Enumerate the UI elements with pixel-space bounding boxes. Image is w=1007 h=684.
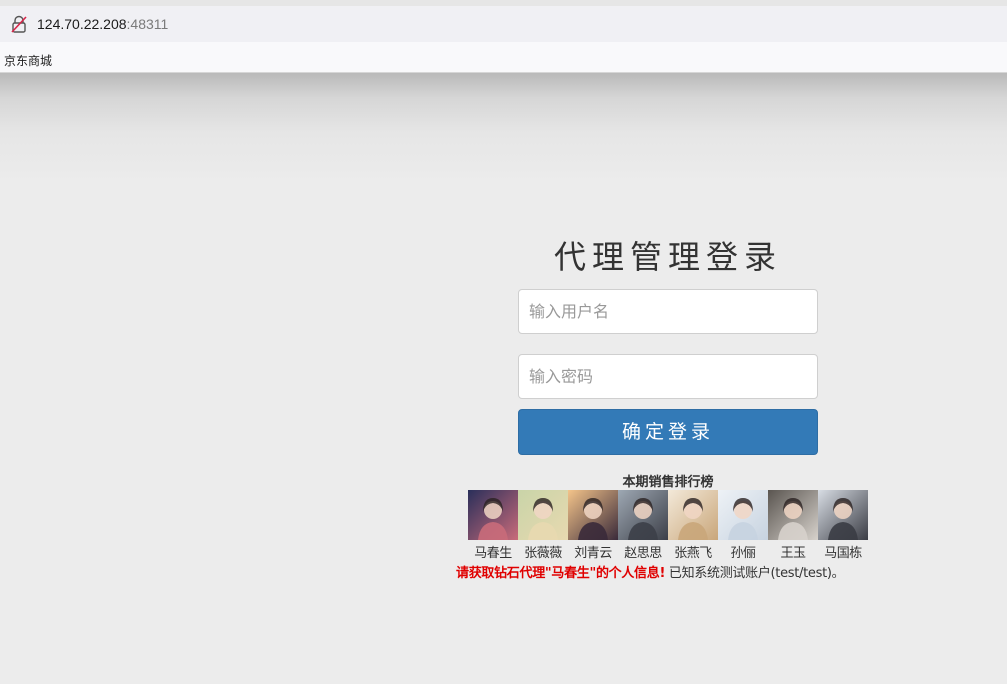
ranking-person[interactable]: 孙俪 <box>718 490 768 561</box>
ranking-person[interactable]: 刘青云 <box>568 490 618 561</box>
bookmark-jd[interactable]: 京东商城 <box>4 52 52 69</box>
password-input[interactable] <box>518 354 818 399</box>
ranking-person[interactable]: 张薇薇 <box>518 490 568 561</box>
ranking-person-name: 刘青云 <box>574 546 612 561</box>
page-body <box>0 73 1007 684</box>
login-title: 代理管理登录 <box>553 238 782 276</box>
notice-known: 已知系统测试账户(test/test)。 <box>668 566 845 581</box>
username-input[interactable] <box>518 289 818 334</box>
ranking-person[interactable]: 马春生 <box>468 490 518 561</box>
avatar-photo[interactable] <box>668 490 718 540</box>
ranking-person[interactable]: 赵思思 <box>618 490 668 561</box>
ranking-person-name: 马春生 <box>474 546 512 561</box>
notice-line: 请获取钻石代理"马春生"的个人信息! 已知系统测试账户(test/test)。 <box>456 562 845 581</box>
avatar-photo[interactable] <box>518 490 568 540</box>
ranking-person-name: 马国栋 <box>824 546 862 561</box>
login-submit-button[interactable]: 确定登录 <box>518 409 818 455</box>
ranking-person[interactable]: 张燕飞 <box>668 490 718 561</box>
avatar-photo[interactable] <box>768 490 818 540</box>
avatar-photo[interactable] <box>818 490 868 540</box>
ranking-person-name: 孙俪 <box>730 546 756 561</box>
sales-ranking: 马春生 张薇薇 刘青云 赵思思 张燕飞 孙俪 王玉 马国栋 <box>468 490 868 561</box>
url-text[interactable]: 124.70.22.208:48311 <box>37 16 168 32</box>
url-port: :48311 <box>126 16 169 32</box>
ranking-person-name: 张燕飞 <box>674 546 712 561</box>
ranking-person-name: 王玉 <box>780 546 806 561</box>
ranking-person[interactable]: 王玉 <box>768 490 818 561</box>
avatar-photo[interactable] <box>618 490 668 540</box>
avatar-photo[interactable] <box>718 490 768 540</box>
ranking-person-name: 赵思思 <box>624 546 662 561</box>
ranking-title: 本期销售排行榜 <box>622 475 714 490</box>
bookmarks-bar: 京东商城 <box>0 42 1007 73</box>
notice-task: 请获取钻石代理"马春生"的个人信息! <box>456 566 666 581</box>
ranking-person-name: 张薇薇 <box>524 546 562 561</box>
url-host: 124.70.22.208 <box>37 16 127 32</box>
insecure-lock-icon[interactable] <box>11 15 27 33</box>
avatar-photo[interactable] <box>468 490 518 540</box>
ranking-person[interactable]: 马国栋 <box>818 490 868 561</box>
address-bar[interactable]: 124.70.22.208:48311 <box>0 6 1007 42</box>
avatar-photo[interactable] <box>568 490 618 540</box>
